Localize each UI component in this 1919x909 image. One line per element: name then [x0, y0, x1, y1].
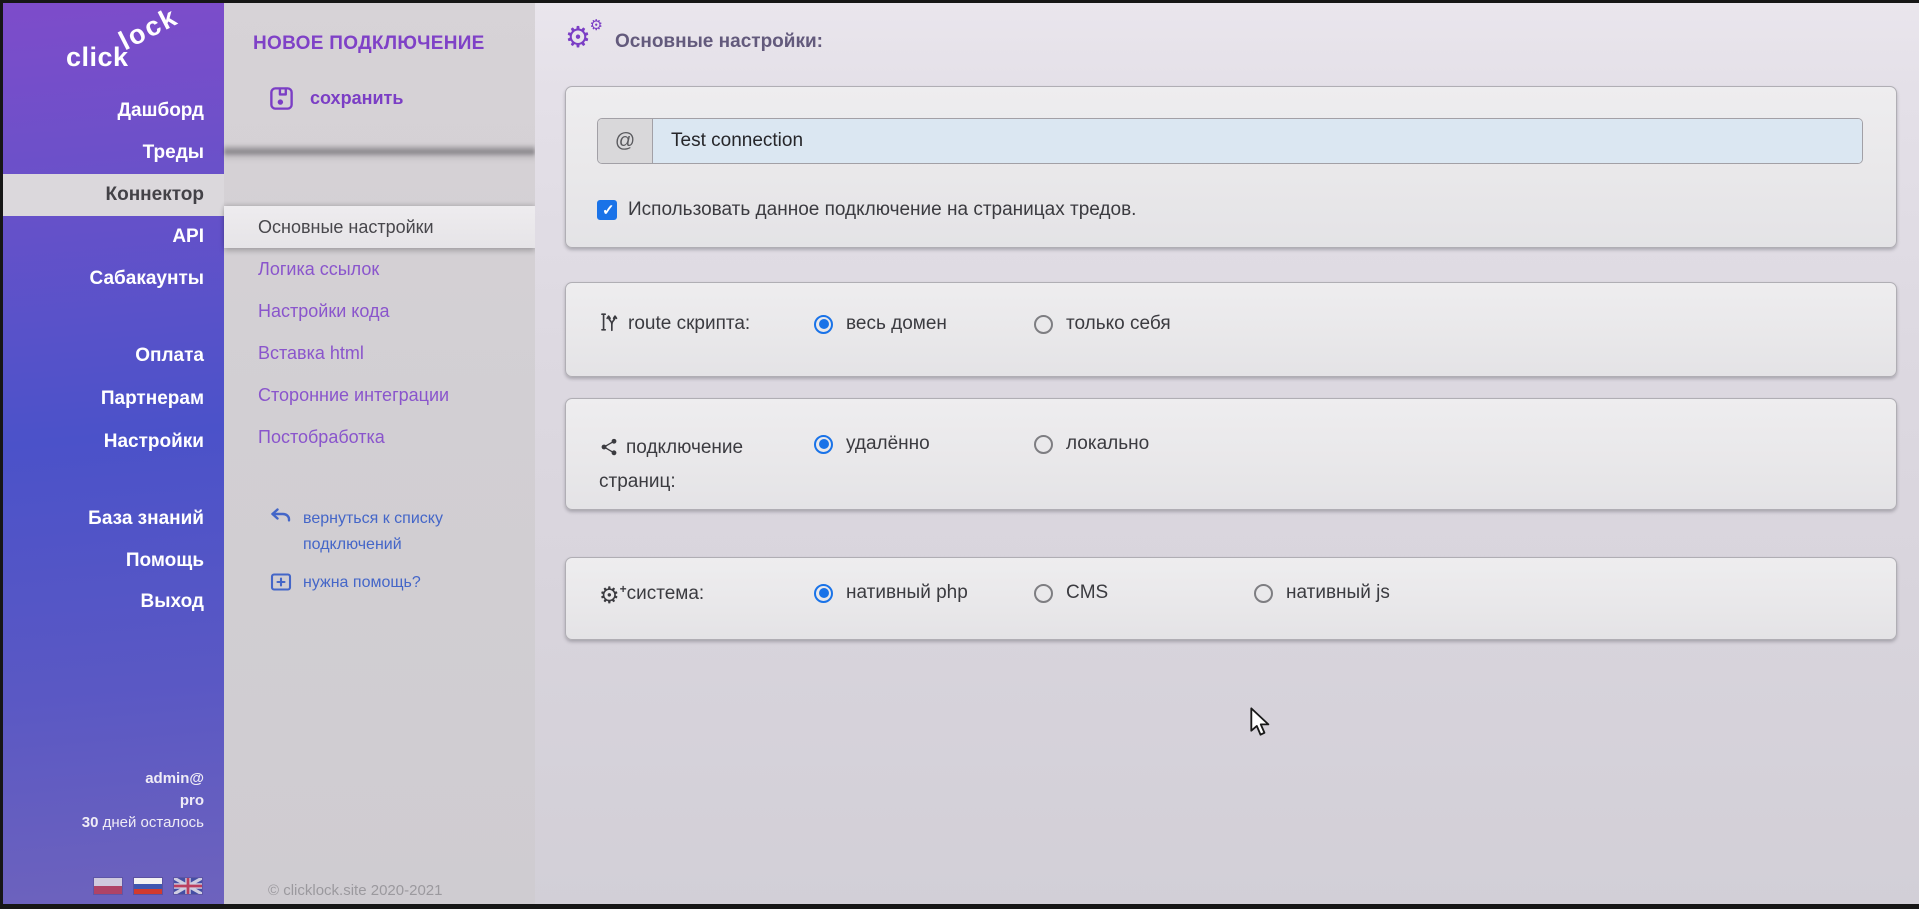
route-label: route скрипта:	[599, 309, 750, 343]
route-card: route скрипта: весь домен только себя	[565, 282, 1897, 377]
days-count: 30	[82, 814, 99, 831]
radio-button[interactable]	[1254, 584, 1273, 603]
radio-button[interactable]	[814, 584, 833, 603]
connection-name-card: @ Использовать данное подключение на стр…	[565, 86, 1897, 248]
save-icon	[268, 85, 295, 112]
radio-label[interactable]: локально	[1066, 433, 1149, 455]
sidebar-item-subaccounts[interactable]: Сабакаунты	[0, 258, 224, 300]
user-days-left: 30 дней осталось	[82, 812, 204, 834]
radio-label[interactable]: нативный js	[1286, 582, 1390, 604]
sidebar: click lock Дашборд Треды Коннектор API С…	[0, 0, 224, 909]
sidebar-item-help[interactable]: Помощь	[0, 540, 224, 582]
flag-poland-icon[interactable]	[94, 878, 122, 894]
plus-glyph: +	[620, 578, 627, 601]
language-switcher	[94, 878, 202, 894]
user-email: admin@	[82, 768, 204, 790]
radio-only-self[interactable]: только себя	[1034, 313, 1171, 335]
panel-menu-item-code-settings[interactable]: Настройки кода	[224, 290, 535, 332]
user-info: admin@ pro 30 дней осталось	[82, 768, 204, 834]
pages-label-text: подключение страниц:	[599, 437, 743, 492]
screen-edge-left	[0, 0, 3, 909]
route-icon	[599, 311, 621, 343]
radio-label[interactable]: удалённо	[846, 433, 930, 455]
flag-russia-icon[interactable]	[134, 878, 162, 894]
need-help-link[interactable]: нужна помощь?	[270, 570, 421, 596]
radio-button[interactable]	[1034, 315, 1053, 334]
main-header: ⚙ ⚙ Основные настройки:	[565, 26, 823, 58]
panel-menu-item-link-logic[interactable]: Логика ссылок	[224, 248, 535, 290]
at-prefix: @	[598, 119, 653, 163]
system-card: ⚙+ система: нативный php CMS нативный js	[565, 557, 1897, 640]
connection-panel: НОВОЕ ПОДКЛЮЧЕНИЕ сохранить Основные нас…	[224, 0, 535, 909]
save-button[interactable]: сохранить	[268, 85, 403, 112]
radio-cms[interactable]: CMS	[1034, 582, 1108, 604]
logo-text-lock: lock	[114, 1, 183, 57]
help-plus-icon	[270, 572, 292, 592]
save-button-label: сохранить	[310, 88, 403, 109]
radio-label[interactable]: нативный php	[846, 582, 968, 604]
route-label-text: route скрипта:	[628, 313, 750, 334]
use-on-threads-row: Использовать данное подключение на стран…	[597, 199, 1136, 221]
radio-label[interactable]: CMS	[1066, 582, 1108, 604]
radio-label[interactable]: только себя	[1066, 313, 1171, 335]
connection-name-input[interactable]	[653, 119, 1862, 163]
screen-edge-top	[0, 0, 1919, 3]
sidebar-item-partners[interactable]: Партнерам	[0, 378, 224, 420]
panel-menu-item-integrations[interactable]: Сторонние интеграции	[224, 374, 535, 416]
sidebar-item-settings[interactable]: Настройки	[0, 421, 224, 463]
radio-whole-domain[interactable]: весь домен	[814, 313, 947, 335]
help-link-label: нужна помощь?	[303, 570, 421, 596]
back-to-connections-link[interactable]: вернуться к списку подключений	[270, 506, 475, 558]
panel-title: НОВОЕ ПОДКЛЮЧЕНИЕ	[253, 33, 485, 55]
main-content: ⚙ ⚙ Основные настройки: @ Использовать д…	[535, 0, 1919, 909]
radio-button[interactable]	[814, 435, 833, 454]
radio-local[interactable]: локально	[1034, 433, 1149, 455]
sidebar-item-dashboard[interactable]: Дашборд	[0, 90, 224, 132]
pages-connection-card: подключение страниц: удалённо локально	[565, 398, 1897, 510]
screen-edge-bottom	[0, 904, 1919, 909]
sidebar-item-api[interactable]: API	[0, 216, 224, 258]
sidebar-item-payment[interactable]: Оплата	[0, 335, 224, 377]
undo-icon	[270, 508, 292, 526]
radio-native-js[interactable]: нативный js	[1254, 582, 1390, 604]
gears-icon: ⚙ ⚙	[565, 26, 597, 58]
logo-text-click: click	[66, 42, 129, 73]
share-icon	[599, 437, 619, 467]
radio-label[interactable]: весь домен	[846, 313, 947, 335]
main-title: Основные настройки:	[615, 31, 823, 53]
copyright: © clicklock.site 2020-2021	[268, 882, 442, 899]
system-gear-icon: ⚙+	[599, 584, 620, 607]
system-label-text: система:	[627, 583, 705, 604]
gear-big-glyph: ⚙	[565, 22, 591, 54]
radio-native-php[interactable]: нативный php	[814, 582, 968, 604]
back-link-label: вернуться к списку подключений	[303, 506, 475, 558]
flag-uk-icon[interactable]	[174, 878, 202, 894]
sidebar-item-threads[interactable]: Треды	[0, 132, 224, 174]
panel-menu-item-html-insert[interactable]: Вставка html	[224, 332, 535, 374]
app-window: click lock Дашборд Треды Коннектор API С…	[0, 0, 1919, 909]
system-label: ⚙+ система:	[599, 579, 704, 609]
use-on-threads-checkbox[interactable]	[597, 200, 617, 220]
gear-small-glyph: ⚙	[590, 18, 603, 33]
use-on-threads-label[interactable]: Использовать данное подключение на стран…	[628, 199, 1136, 221]
radio-button[interactable]	[1034, 584, 1053, 603]
pages-label: подключение страниц:	[599, 433, 789, 497]
sidebar-item-knowledge-base[interactable]: База знаний	[0, 498, 224, 540]
radio-remote[interactable]: удалённо	[814, 433, 930, 455]
panel-divider	[224, 144, 535, 162]
sidebar-item-logout[interactable]: Выход	[0, 581, 224, 623]
radio-button[interactable]	[1034, 435, 1053, 454]
panel-menu-item-postprocessing[interactable]: Постобработка	[224, 416, 535, 458]
logo[interactable]: click lock	[66, 24, 196, 80]
radio-button[interactable]	[814, 315, 833, 334]
days-label: дней осталось	[103, 814, 204, 831]
connection-name-group: @	[597, 118, 1863, 164]
sidebar-item-connector[interactable]: Коннектор	[0, 174, 224, 216]
user-plan: pro	[82, 790, 204, 812]
panel-menu-item-basic-settings[interactable]: Основные настройки	[224, 206, 535, 248]
